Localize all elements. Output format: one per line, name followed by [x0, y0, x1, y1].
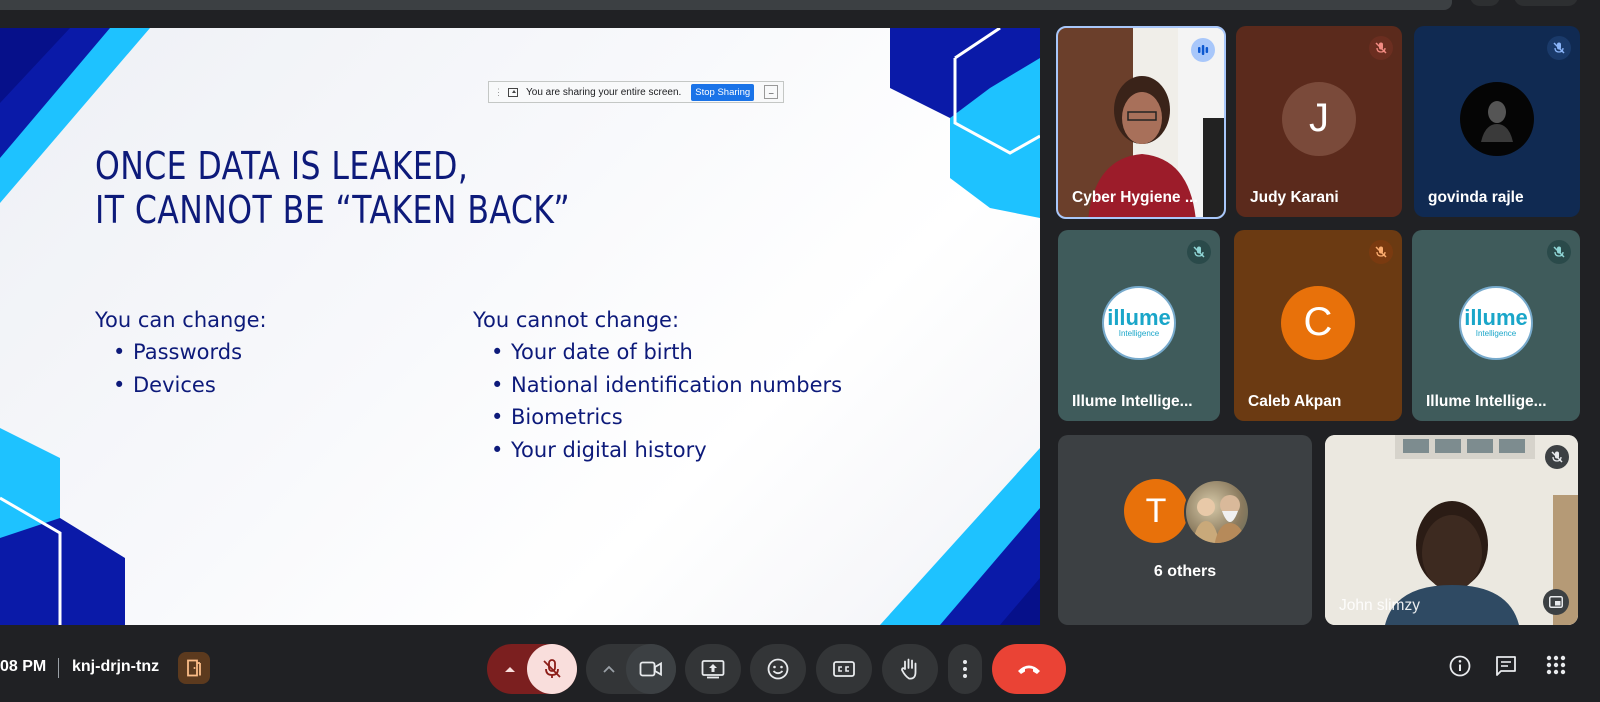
captions-icon [833, 661, 855, 677]
participant-tile-cyber-hygiene[interactable]: Cyber Hygiene ... [1056, 26, 1226, 219]
mic-off-icon [1545, 445, 1569, 469]
divider [58, 658, 59, 678]
more-options-button[interactable] [948, 644, 982, 694]
others-count-label: 6 others [1153, 563, 1217, 580]
participant-tile-illume-1[interactable]: illume Intelligence Illume Intellige... [1058, 230, 1220, 421]
participant-name: Illume Intellige... [1426, 393, 1547, 410]
participant-tile-illume-2[interactable]: illume Intelligence Illume Intellige... [1412, 230, 1580, 421]
camera-icon [639, 661, 662, 677]
present-button[interactable] [685, 644, 741, 694]
illume-logo: illume Intelligence [1459, 285, 1533, 360]
raise-hand-button[interactable] [882, 644, 938, 694]
chat-icon [1496, 656, 1516, 676]
illume-logo: illume Intelligence [1102, 285, 1176, 360]
share-banner-text: You are sharing your entire screen. [526, 86, 682, 98]
room-icon[interactable] [178, 652, 210, 684]
emoji-icon [767, 658, 789, 680]
meeting-details-button[interactable] [1448, 654, 1472, 683]
mic-off-icon [1187, 240, 1211, 264]
participant-name: Caleb Akpan [1248, 393, 1342, 410]
video-control-group [586, 644, 676, 694]
avatar-image [1184, 479, 1250, 545]
avatar [1460, 81, 1534, 156]
list-item: Passwords [113, 336, 267, 369]
mic-off-icon [1547, 240, 1571, 264]
presentation-slide: ⋮ You are sharing your entire screen. St… [0, 28, 1040, 625]
others-tile[interactable]: T 6 others [1058, 435, 1312, 625]
screen-share-banner: ⋮ You are sharing your entire screen. St… [488, 81, 784, 103]
captions-button[interactable] [816, 644, 872, 694]
top-control-a[interactable] [1470, 0, 1500, 6]
chevron-up-icon [505, 667, 515, 672]
info-icon [1449, 655, 1471, 677]
logo-text: illume [1107, 305, 1171, 331]
present-icon [701, 660, 725, 679]
more-vert-icon [963, 660, 967, 678]
drag-handle-icon[interactable]: ⋮ [494, 87, 503, 98]
slide-title-line1: ONCE DATA IS LEAKED, [95, 144, 469, 188]
slide-title-line2: IT CANNOT BE “TAKEN BACK” [95, 188, 571, 232]
participant-tile-govinda-rajle[interactable]: govinda rajle [1414, 26, 1580, 217]
cannot-change-column: You cannot change: Your date of birth Na… [473, 304, 842, 466]
bottom-control-bar: 08 PM knj-drjn-tnz [0, 636, 1600, 702]
top-control-b[interactable] [1514, 0, 1578, 6]
chevron-up-icon [603, 665, 615, 673]
avatar: J [1282, 81, 1356, 156]
raise-hand-icon [901, 658, 917, 680]
participant-name: Judy Karani [1250, 189, 1339, 206]
chat-button[interactable] [1494, 654, 1518, 683]
logo-subtext: Intelligence [1475, 329, 1517, 339]
list-item: Devices [113, 369, 267, 402]
mic-off-icon [1547, 36, 1571, 60]
meet-window: ⋮ You are sharing your entire screen. St… [0, 0, 1600, 702]
logo-text: illume [1464, 305, 1528, 331]
participant-name: John slimzy [1339, 597, 1420, 614]
reactions-button[interactable] [750, 644, 806, 694]
end-call-icon [1018, 665, 1040, 674]
mic-off-icon [543, 659, 561, 678]
mic-toggle-button[interactable] [527, 644, 577, 694]
share-screen-icon [508, 87, 518, 97]
list-item: Your date of birth [491, 336, 842, 369]
participant-name: govinda rajle [1428, 189, 1524, 206]
list-item: Your digital history [491, 434, 842, 467]
mic-off-icon [1369, 36, 1393, 60]
can-change-heading: You can change: [95, 308, 267, 332]
participant-name: Illume Intellige... [1072, 393, 1193, 410]
list-item: Biometrics [491, 401, 842, 434]
speaking-indicator-icon [1191, 38, 1215, 62]
pip-icon[interactable] [1543, 589, 1569, 615]
meeting-code: knj-drjn-tnz [72, 658, 160, 675]
top-bar [0, 0, 1452, 10]
others-avatars: T [1124, 479, 1254, 545]
leave-call-button[interactable] [992, 644, 1066, 694]
meeting-time: 08 PM [0, 658, 47, 675]
can-change-column: You can change: Passwords Devices [95, 304, 267, 401]
avatar: T [1124, 479, 1188, 543]
logo-subtext: Intelligence [1118, 329, 1160, 339]
participant-tile-judy-karani[interactable]: J Judy Karani [1236, 26, 1402, 217]
audio-control-group [487, 644, 577, 694]
participant-name: Cyber Hygiene ... [1072, 189, 1198, 206]
cannot-change-heading: You cannot change: [473, 308, 680, 332]
apps-icon [1546, 655, 1566, 675]
list-item: National identification numbers [491, 369, 842, 402]
activities-button[interactable] [1545, 654, 1567, 681]
minimize-banner-button[interactable]: _ [764, 85, 779, 99]
avatar: C [1281, 285, 1355, 360]
mic-off-icon [1369, 240, 1393, 264]
participant-tile-john-slimzy[interactable]: John slimzy [1325, 435, 1578, 625]
camera-toggle-button[interactable] [626, 644, 676, 694]
slide-title: ONCE DATA IS LEAKED, IT CANNOT BE “TAKEN… [95, 144, 676, 232]
participant-tile-caleb-akpan[interactable]: C Caleb Akpan [1234, 230, 1402, 421]
stop-sharing-button[interactable]: Stop Sharing [691, 83, 755, 101]
